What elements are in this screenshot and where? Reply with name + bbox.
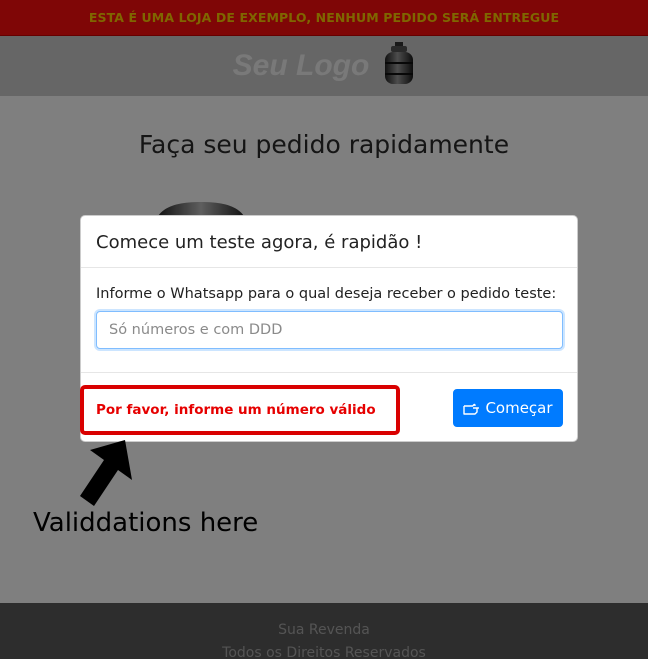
arrow-up-icon <box>76 440 136 514</box>
page: ESTA É UMA LOJA DE EXEMPLO, NENHUM PEDID… <box>0 0 648 661</box>
start-button-label: Começar <box>485 399 553 417</box>
modal-title: Comece um teste agora, é rapidão ! <box>96 232 423 253</box>
whatsapp-field-label: Informe o Whatsapp para o qual deseja re… <box>96 286 557 302</box>
modal-header: Comece um teste agora, é rapidão ! <box>81 216 577 268</box>
whatsapp-input[interactable] <box>96 311 563 349</box>
validation-highlight-box <box>80 385 400 435</box>
annotation-text: Validdations here <box>33 508 259 538</box>
hand-pointer-icon <box>463 401 481 415</box>
modal-body: Informe o Whatsapp para o qual deseja re… <box>81 268 577 374</box>
start-button[interactable]: Começar <box>453 389 563 427</box>
